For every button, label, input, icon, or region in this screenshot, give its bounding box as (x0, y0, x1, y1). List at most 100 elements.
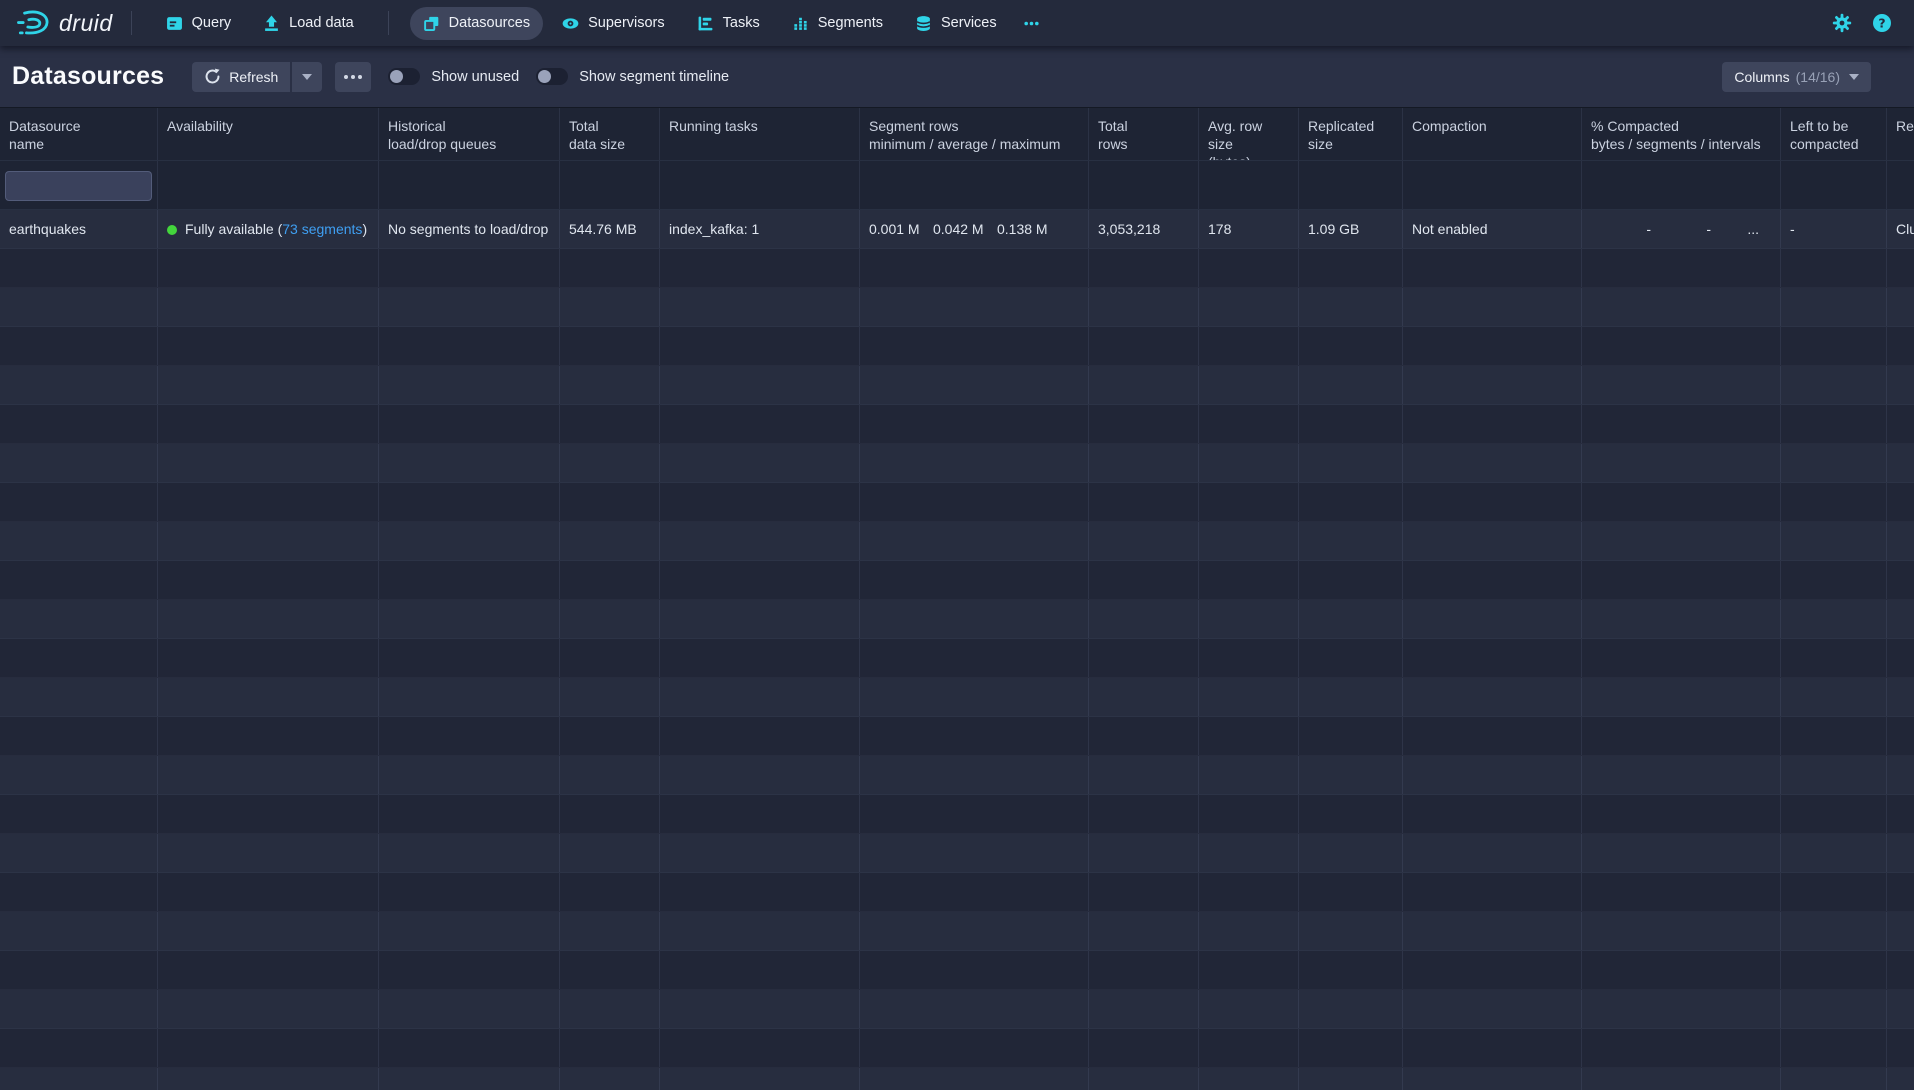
empty-cell (560, 288, 660, 326)
help-icon[interactable]: ? (1872, 13, 1892, 33)
empty-cell (660, 561, 860, 599)
empty-cell (660, 1068, 860, 1090)
table-row-empty (0, 990, 1914, 1029)
nav-item-label: Services (941, 15, 997, 31)
col-header-segment-rows[interactable]: Segment rows minimum / average / maximum (860, 108, 1089, 160)
col-header-load-drop[interactable]: Historical load/drop queues (379, 108, 560, 160)
columns-count: (14/16) (1796, 69, 1840, 85)
datasource-name-filter-input[interactable] (5, 171, 152, 201)
settings-gear-icon[interactable] (1832, 13, 1852, 33)
col-header-avg-row-size[interactable]: Avg. row size (bytes) (1199, 108, 1299, 160)
empty-cell (1199, 249, 1299, 287)
empty-cell (1199, 600, 1299, 638)
nav-item-datasources[interactable]: Datasources (410, 7, 543, 40)
table-row-empty (0, 366, 1914, 405)
empty-cell (1887, 990, 1914, 1028)
empty-cell (1299, 1029, 1403, 1067)
col-header-replicated-size[interactable]: Replicated size (1299, 108, 1403, 160)
empty-cell (560, 756, 660, 794)
segments-icon (792, 15, 809, 32)
refresh-button[interactable]: Refresh (192, 62, 290, 92)
empty-cell (1299, 366, 1403, 404)
empty-cell (1299, 951, 1403, 989)
empty-cell (1582, 990, 1781, 1028)
empty-cell (1403, 405, 1582, 443)
empty-cell (1089, 756, 1199, 794)
nav-item-load-data[interactable]: Load data (250, 7, 367, 40)
empty-cell (158, 444, 379, 482)
table-row-earthquakes[interactable]: earthquakes Fully available (73 segments… (0, 210, 1914, 249)
empty-cell (660, 249, 860, 287)
datasources-icon (423, 15, 440, 32)
segments-count-link[interactable]: 73 segments (282, 221, 362, 237)
col-header-running-tasks[interactable]: Running tasks (660, 108, 860, 160)
empty-cell (1199, 288, 1299, 326)
empty-cell (1781, 483, 1887, 521)
col-header-total-data-size[interactable]: Total data size (560, 108, 660, 160)
empty-cell (1781, 561, 1887, 599)
empty-cell (860, 990, 1089, 1028)
col-header-availability[interactable]: Availability (158, 108, 379, 160)
cell-retention[interactable]: Clu (1887, 210, 1914, 248)
table-body: earthquakes Fully available (73 segments… (0, 210, 1914, 1090)
show-segment-timeline-label: Show segment timeline (579, 69, 729, 85)
empty-cell (1403, 951, 1582, 989)
cell-datasource-name[interactable]: earthquakes (0, 210, 158, 248)
refresh-label: Refresh (229, 69, 278, 85)
show-unused-toggle[interactable]: Show unused (388, 68, 519, 85)
empty-cell (1887, 873, 1914, 911)
datasources-table-container: Datasource name Availability Historical … (0, 107, 1914, 1090)
empty-cell (158, 912, 379, 950)
empty-cell (1403, 366, 1582, 404)
refresh-interval-button[interactable] (292, 62, 322, 92)
nav-item-segments[interactable]: Segments (779, 7, 896, 40)
nav-item-tasks[interactable]: Tasks (684, 7, 773, 40)
empty-cell (1582, 366, 1781, 404)
nav-item-query[interactable]: Query (153, 7, 245, 40)
nav-item-label: Supervisors (588, 15, 665, 31)
empty-cell (1403, 912, 1582, 950)
more-icon (344, 75, 362, 79)
empty-cell (1781, 522, 1887, 560)
col-header-compaction[interactable]: Compaction (1403, 108, 1582, 160)
empty-cell (0, 288, 158, 326)
cell-total-rows: 3,053,218 (1089, 210, 1199, 248)
col-header-datasource-name[interactable]: Datasource name (0, 108, 158, 160)
nav-more-button[interactable] (1013, 7, 1050, 40)
empty-cell (1089, 873, 1199, 911)
nav-item-supervisors[interactable]: Supervisors (549, 7, 678, 40)
empty-cell (0, 912, 158, 950)
show-unused-label: Show unused (431, 69, 519, 85)
col-header-total-rows[interactable]: Total rows (1089, 108, 1199, 160)
toolbar-more-button[interactable] (335, 62, 371, 92)
empty-cell (660, 873, 860, 911)
col-header-left-to-compact[interactable]: Left to be compacted (1781, 108, 1887, 160)
empty-cell (1887, 1029, 1914, 1067)
empty-cell (560, 366, 660, 404)
empty-cell (1089, 1068, 1199, 1090)
cell-compaction: Not enabled (1403, 210, 1582, 248)
empty-cell (1089, 561, 1199, 599)
toggle-knob (390, 70, 403, 83)
columns-label: Columns (1734, 69, 1789, 85)
query-icon (166, 15, 183, 32)
table-row-empty (0, 678, 1914, 717)
druid-logo[interactable]: druid (16, 8, 113, 38)
empty-cell (1781, 795, 1887, 833)
col-header-retention[interactable]: Re (1887, 108, 1914, 160)
empty-cell (1582, 327, 1781, 365)
empty-cell (1089, 951, 1199, 989)
show-segment-timeline-toggle[interactable]: Show segment timeline (536, 68, 729, 85)
empty-cell (560, 678, 660, 716)
empty-cell (1299, 600, 1403, 638)
empty-cell (158, 249, 379, 287)
table-row-empty (0, 561, 1914, 600)
empty-cell (860, 639, 1089, 677)
empty-cell (1089, 522, 1199, 560)
empty-cell (860, 405, 1089, 443)
empty-cell (158, 561, 379, 599)
columns-selector-button[interactable]: Columns (14/16) (1722, 62, 1871, 92)
empty-cell (158, 600, 379, 638)
col-header-pct-compacted[interactable]: % Compacted bytes / segments / intervals (1582, 108, 1781, 160)
nav-item-services[interactable]: Services (902, 7, 1010, 40)
